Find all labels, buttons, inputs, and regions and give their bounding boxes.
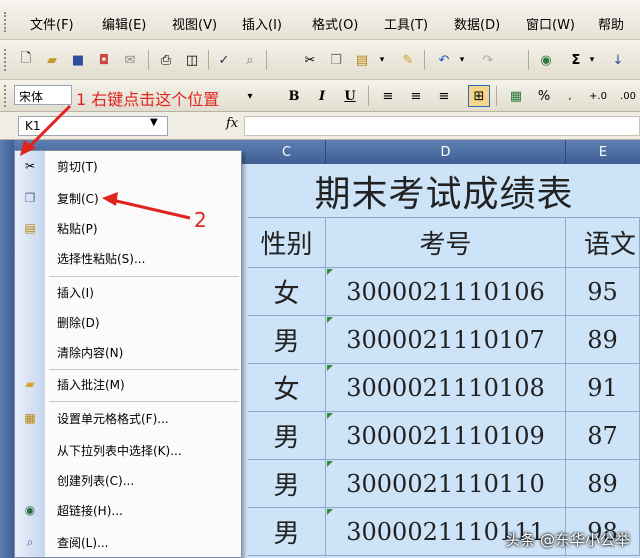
- annotation-arrow-1: [24, 104, 72, 152]
- annotation-arrows: [20, 104, 191, 220]
- annotation-step-2: 2: [194, 208, 207, 232]
- watermark: 头条 @东华小公举: [505, 531, 630, 549]
- annotation-step-1: 1 右键点击这个位置: [76, 90, 220, 109]
- annotation-arrow-2: [111, 198, 191, 220]
- annotation-arrowhead-2: [102, 192, 118, 206]
